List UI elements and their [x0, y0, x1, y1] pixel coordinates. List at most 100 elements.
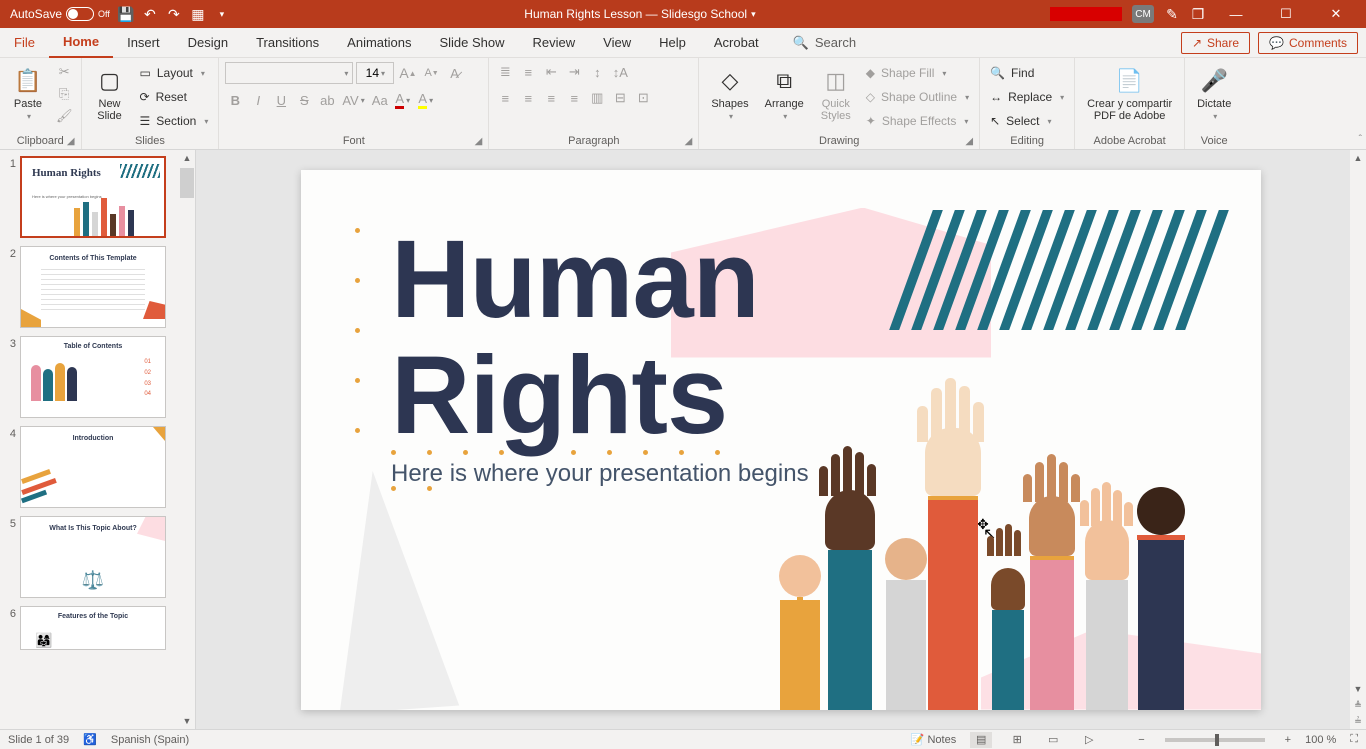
zoom-in-button[interactable]: + [1285, 734, 1291, 746]
tab-view[interactable]: View [589, 28, 645, 58]
numbering-button[interactable]: ≡ [518, 62, 538, 82]
pen-input-icon[interactable]: ✎ [1164, 6, 1180, 22]
title-dropdown-icon[interactable]: ▾ [751, 9, 756, 20]
zoom-slider[interactable] [1165, 738, 1265, 742]
section-button[interactable]: ☰Section▾ [136, 110, 213, 132]
select-button[interactable]: ↖Select▾ [986, 110, 1068, 132]
present-from-start-icon[interactable]: ▦ [190, 6, 206, 22]
thumbnail-3[interactable]: 3 Table of Contents 01020304 [4, 336, 191, 418]
shapes-button[interactable]: ◇Shapes▾ [705, 62, 754, 125]
italic-button[interactable]: I [248, 90, 268, 110]
maximize-button[interactable]: ☐ [1266, 0, 1306, 28]
slide-sorter-button[interactable]: ⊞ [1006, 732, 1028, 748]
collapse-ribbon-icon[interactable]: ˆ [1359, 134, 1362, 145]
cut-button[interactable]: ✂ [54, 62, 75, 82]
tab-home[interactable]: Home [49, 28, 113, 58]
scroll-thumb[interactable] [180, 168, 194, 198]
tab-slideshow[interactable]: Slide Show [425, 28, 518, 58]
next-slide-icon[interactable]: ≟ [1350, 713, 1366, 729]
scroll-up-icon[interactable]: ▲ [1350, 150, 1366, 166]
tab-transitions[interactable]: Transitions [242, 28, 333, 58]
bold-button[interactable]: B [225, 90, 245, 110]
text-direction-button[interactable]: ↕A [610, 62, 630, 82]
layout-button[interactable]: ▭Layout▾ [136, 62, 213, 84]
font-color-button[interactable]: A▾ [393, 90, 413, 110]
increase-indent-button[interactable]: ⇥ [564, 62, 584, 82]
font-size-combo[interactable]: 14▾ [356, 62, 394, 84]
normal-view-button[interactable]: ▤ [970, 732, 992, 748]
dialog-launcher-icon[interactable]: ◢ [67, 136, 75, 147]
columns-button[interactable]: ▥ [587, 88, 607, 108]
thumbnail-6[interactable]: 6 Features of the Topic 👨‍👩‍👧 [4, 606, 191, 650]
scroll-down-icon[interactable]: ▼ [179, 713, 195, 729]
align-left-button[interactable]: ≡ [495, 88, 515, 108]
user-avatar[interactable]: CM [1132, 5, 1154, 23]
slide-canvas[interactable]: Human Rights Here is where your presenta… [301, 170, 1261, 710]
zoom-level[interactable]: 100 % [1305, 734, 1336, 746]
thumbnail-4[interactable]: 4 Introduction [4, 426, 191, 508]
fit-to-window-button[interactable]: ⛶ [1350, 733, 1358, 746]
smartart-button[interactable]: ⊡ [633, 88, 653, 108]
slideshow-view-button[interactable]: ▷ [1078, 732, 1100, 748]
underline-button[interactable]: U [271, 90, 291, 110]
comments-button[interactable]: 💬 Comments [1258, 32, 1358, 54]
dictate-button[interactable]: 🎤 Dictate ▾ [1191, 62, 1237, 125]
slide-counter[interactable]: Slide 1 of 39 [8, 734, 69, 746]
accessibility-icon[interactable]: ♿ [83, 733, 97, 746]
change-case-button[interactable]: Aa [370, 90, 390, 110]
clear-formatting-button[interactable]: A̷ [445, 63, 465, 83]
scroll-up-icon[interactable]: ▲ [179, 150, 195, 166]
shape-outline-button[interactable]: ◇Shape Outline▾ [862, 86, 973, 108]
scroll-down-icon[interactable]: ▼ [1350, 681, 1366, 697]
minimize-button[interactable]: — [1216, 0, 1256, 28]
tab-review[interactable]: Review [519, 28, 590, 58]
tell-me-search[interactable]: 🔍 Search [773, 35, 856, 51]
editor-vertical-scrollbar[interactable]: ▲ ▼ ≜ ≟ [1350, 150, 1366, 729]
grow-font-button[interactable]: A▲ [397, 63, 418, 83]
arrange-button[interactable]: ⧉Arrange▾ [759, 62, 810, 125]
format-painter-button[interactable]: 🖌 [54, 106, 75, 126]
highlight-button[interactable]: A▾ [416, 90, 436, 110]
autosave-toggle[interactable]: AutoSave Off [10, 7, 110, 21]
copy-button[interactable]: ⎘ [54, 84, 75, 104]
paste-button[interactable]: 📋 Paste ▾ [6, 62, 50, 125]
save-icon[interactable]: 💾 [118, 6, 134, 22]
justify-button[interactable]: ≡ [564, 88, 584, 108]
close-button[interactable]: ✕ [1316, 0, 1356, 28]
tab-file[interactable]: File [0, 28, 49, 58]
align-center-button[interactable]: ≡ [518, 88, 538, 108]
qat-more-icon[interactable]: ▾ [214, 6, 230, 22]
shrink-font-button[interactable]: A▼ [422, 63, 442, 83]
find-button[interactable]: 🔍Find [986, 62, 1068, 84]
replace-button[interactable]: ↔Replace▾ [986, 86, 1068, 108]
create-share-pdf-button[interactable]: 📄 Crear y compartir PDF de Adobe [1081, 62, 1178, 126]
zoom-out-button[interactable]: − [1138, 734, 1144, 746]
decrease-indent-button[interactable]: ⇤ [541, 62, 561, 82]
thumbnail-1[interactable]: 1 Human Rights Here is where your presen… [4, 156, 191, 238]
tab-design[interactable]: Design [174, 28, 242, 58]
tab-animations[interactable]: Animations [333, 28, 425, 58]
align-right-button[interactable]: ≡ [541, 88, 561, 108]
dialog-launcher-icon[interactable]: ◢ [965, 136, 973, 147]
reset-button[interactable]: ⟳Reset [136, 86, 213, 108]
shape-effects-button[interactable]: ✦Shape Effects▾ [862, 110, 973, 132]
thumbnail-5[interactable]: 5 What Is This Topic About? ⚖️ [4, 516, 191, 598]
thumbnail-panel[interactable]: 1 Human Rights Here is where your presen… [0, 150, 196, 729]
align-text-button[interactable]: ⊟ [610, 88, 630, 108]
dialog-launcher-icon[interactable]: ◢ [475, 136, 483, 147]
dialog-launcher-icon[interactable]: ◢ [685, 136, 693, 147]
redo-icon[interactable]: ↷ [166, 6, 182, 22]
bullets-button[interactable]: ≣ [495, 62, 515, 82]
font-name-combo[interactable]: ▾ [225, 62, 353, 84]
language-status[interactable]: Spanish (Spain) [111, 734, 189, 746]
share-button[interactable]: ↗ Share [1181, 32, 1250, 54]
reading-view-button[interactable]: ▭ [1042, 732, 1064, 748]
slide-editor[interactable]: Human Rights Here is where your presenta… [196, 150, 1366, 729]
slide-subtitle[interactable]: Here is where your presentation begins [391, 460, 809, 488]
slide-title[interactable]: Human Rights [391, 222, 759, 455]
quick-styles-button[interactable]: ◫Quick Styles [814, 62, 858, 126]
line-spacing-button[interactable]: ↕ [587, 62, 607, 82]
new-slide-button[interactable]: ▢ New Slide [88, 62, 132, 126]
strikethrough-button[interactable]: S [294, 90, 314, 110]
tab-help[interactable]: Help [645, 28, 700, 58]
